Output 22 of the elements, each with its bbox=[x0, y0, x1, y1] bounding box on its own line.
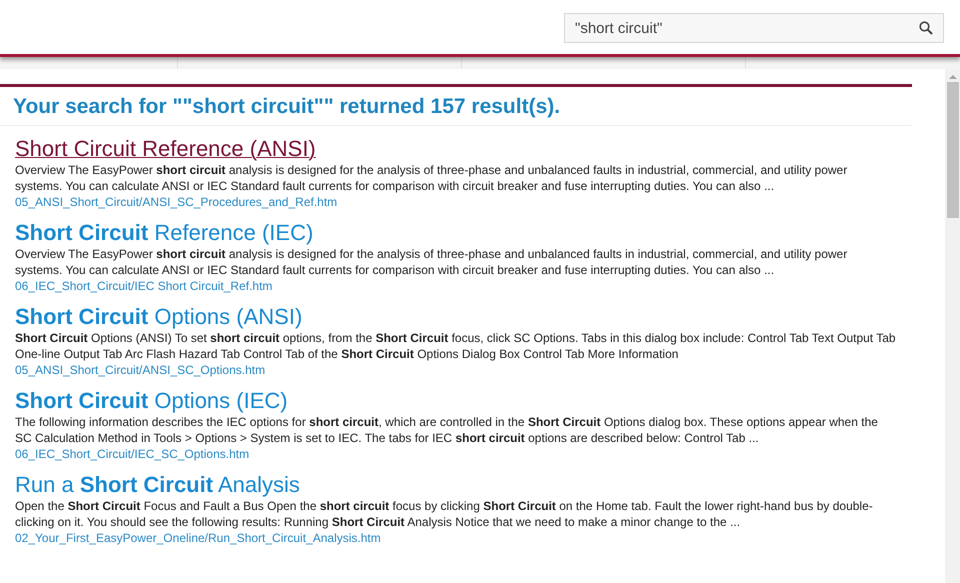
result-snippet: Short Circuit Options (ANSI) To set short circuit options, from the Short Circuit focus, click SC Options. Tabs in this dialog box include: Control Tab Text Output Tab One-line Output Tab Arc Flash Hazard Tab Control Tab of the Short Circuit Options Dialog Box Control Tab More Information bbox=[15, 330, 897, 362]
result-title-link[interactable]: Short Circuit Reference (IEC) bbox=[15, 220, 314, 246]
search-icon[interactable] bbox=[919, 21, 933, 35]
result-snippet: Overview The EasyPower short circuit analysis is designed for the analysis of three-phase and unbalanced faults in industrial, commercial, and utility power systems. You can calculate ANSI or IEC Standard fault currents for comparison with circuit breaker and fuse interrupting duties. You can also ... bbox=[15, 162, 848, 194]
result-title-link[interactable]: Short Circuit Options (ANSI) bbox=[15, 304, 302, 330]
scrollbar-thumb[interactable] bbox=[946, 82, 958, 218]
result-url-link[interactable]: 05_ANSI_Short_Circuit/ANSI_SC_Procedures_and_Ref.htm bbox=[15, 194, 338, 210]
result-url-link[interactable]: 06_IEC_Short_Circuit/IEC Short Circuit_Ref.htm bbox=[15, 278, 272, 294]
result-title-link[interactable]: Short Circuit Options (IEC) bbox=[15, 388, 288, 414]
scrollbar[interactable] bbox=[945, 69, 960, 583]
result-snippet: Open the Short Circuit Focus and Fault a Bus Open the short circuit focus by clicking Short Circuit on the Home tab. Fault the lower right-hand bus by double-clicking on it. You should see the following results: Running Short Circuit Analysis Notice that we need to make a minor change to the ... bbox=[15, 498, 874, 530]
result-url-link[interactable]: 02_Your_First_EasyPower_Oneline/Run_Short_Circuit_Analysis.htm bbox=[15, 530, 381, 546]
result-url-link[interactable]: 06_IEC_Short_Circuit/IEC_SC_Options.htm bbox=[15, 446, 250, 462]
search-field[interactable]: "short circuit" bbox=[564, 13, 944, 43]
scroll-up-icon[interactable] bbox=[948, 74, 956, 80]
result-title-link[interactable]: Run a Short Circuit Analysis bbox=[15, 472, 300, 498]
result-snippet: The following information describes the IEC options for short circuit, which are controlled in the Short Circuit Options dialog box. These options appear when the SC Calculation Method in Tools > Options > System is set to IEC. The tabs for IEC short circuit options are described below: Control Tab ... bbox=[15, 414, 879, 446]
results-heading: Your search for ""short circuit"" returned 157 result(s). bbox=[0, 87, 912, 126]
result-title-link[interactable]: Short Circuit Reference (ANSI) bbox=[15, 136, 316, 162]
result-url-link[interactable]: 05_ANSI_Short_Circuit/ANSI_SC_Options.htm bbox=[15, 362, 266, 378]
search-input[interactable]: "short circuit" bbox=[575, 20, 919, 36]
result-snippet: Overview The EasyPower short circuit analysis is designed for the analysis of three-phase and unbalanced faults in industrial, commercial, and utility power systems. You can calculate ANSI or IEC Standard fault currents for comparison with circuit breaker and fuse interrupting duties. You can also ... bbox=[15, 246, 848, 278]
